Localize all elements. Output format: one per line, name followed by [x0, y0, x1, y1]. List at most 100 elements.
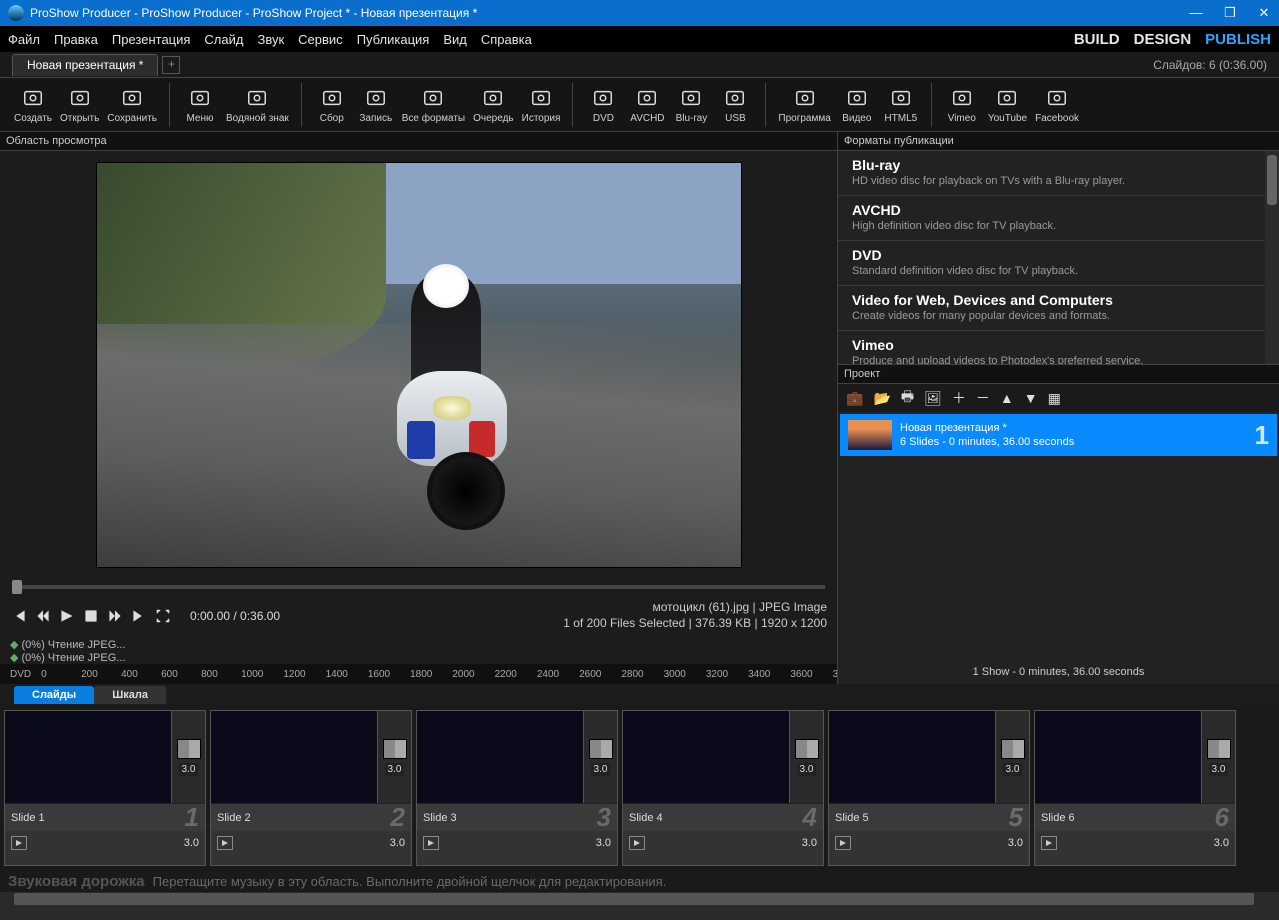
slide-play-icon[interactable]	[835, 836, 851, 850]
rewind-button[interactable]	[34, 607, 52, 625]
preview-area[interactable]	[0, 151, 837, 578]
minimize-button[interactable]: —	[1189, 5, 1203, 21]
format-item[interactable]: DVDStandard definition video disc for TV…	[838, 241, 1279, 286]
toolbar-сохранить[interactable]: Сохранить	[103, 85, 161, 124]
slide-card[interactable]: 3.0Slide 113.0	[4, 710, 206, 866]
timeline-scrubber[interactable]	[0, 578, 837, 596]
toolbar-история[interactable]: История	[518, 85, 565, 124]
format-item[interactable]: Blu-rayHD video disc for playback on TVs…	[838, 151, 1279, 196]
slide-name: Slide 5	[835, 812, 1009, 824]
template-icon[interactable]: 🖼	[924, 390, 942, 407]
slide-play-icon[interactable]	[629, 836, 645, 850]
format-item[interactable]: AVCHDHigh definition video disc for TV p…	[838, 196, 1279, 241]
slide-card[interactable]: 3.0Slide 443.0	[622, 710, 824, 866]
open-folder-icon[interactable]: 📂	[873, 390, 890, 407]
toolbar-открыть[interactable]: Открыть	[56, 85, 103, 124]
fullscreen-button[interactable]	[154, 607, 172, 625]
horizontal-scrollbar[interactable]	[0, 892, 1279, 906]
save-icon[interactable]: 🖶	[901, 386, 914, 410]
slide-play-icon[interactable]	[1041, 836, 1057, 850]
toolbar-icon	[480, 85, 506, 111]
transition-button[interactable]: 3.0	[995, 711, 1029, 803]
stop-button[interactable]	[82, 607, 100, 625]
new-tab-button[interactable]: +	[162, 56, 180, 74]
menu-publish[interactable]: Публикация	[357, 32, 430, 47]
toolbar-меню[interactable]: Меню	[178, 85, 222, 124]
menu-edit[interactable]: Правка	[54, 32, 98, 47]
remove-icon[interactable]: －	[976, 388, 990, 408]
forward-button[interactable]	[106, 607, 124, 625]
slides-strip[interactable]: 3.0Slide 113.03.0Slide 223.03.0Slide 333…	[0, 704, 1279, 870]
menu-slide[interactable]: Слайд	[204, 32, 243, 47]
move-down-icon[interactable]: ▼	[1024, 390, 1038, 406]
toolbar-водяной знак[interactable]: Водяной знак	[222, 85, 293, 124]
show-thumbnail	[848, 420, 892, 450]
toolbar-icon	[528, 85, 554, 111]
tab-scale[interactable]: Шкала	[94, 686, 166, 704]
slide-card[interactable]: 3.0Slide 663.0	[1034, 710, 1236, 866]
toolbar-usb[interactable]: USB	[713, 85, 757, 124]
tab-slides[interactable]: Слайды	[14, 686, 94, 704]
mode-publish[interactable]: PUBLISH	[1205, 31, 1271, 48]
toolbar-видео[interactable]: Видео	[835, 85, 879, 124]
menu-view[interactable]: Вид	[443, 32, 467, 47]
project-title: Проект	[838, 365, 1279, 384]
toolbar-icon	[722, 85, 748, 111]
menu-sound[interactable]: Звук	[257, 32, 284, 47]
toolbar-программа[interactable]: Программа	[774, 85, 834, 124]
mode-build[interactable]: BUILD	[1074, 31, 1120, 48]
toolbar-avchd[interactable]: AVCHD	[625, 85, 669, 124]
first-button[interactable]	[10, 607, 28, 625]
toolbar-facebook[interactable]: Facebook	[1031, 85, 1083, 124]
audio-track[interactable]: Звуковая дорожка Перетащите музыку в эту…	[0, 870, 1279, 892]
move-up-icon[interactable]: ▲	[1000, 390, 1014, 406]
mode-design[interactable]: DESIGN	[1134, 31, 1192, 48]
toolbar-blu-ray[interactable]: Blu-ray	[669, 85, 713, 124]
toolbar-создать[interactable]: Создать	[10, 85, 56, 124]
preview-filename: мотоцикл (61).jpg | JPEG Image	[563, 600, 827, 616]
toolbar-icon	[888, 85, 914, 111]
menu-service[interactable]: Сервис	[298, 32, 343, 47]
toolbar-icon	[792, 85, 818, 111]
transition-button[interactable]: 3.0	[377, 711, 411, 803]
transition-button[interactable]: 3.0	[171, 711, 205, 803]
transition-button[interactable]: 3.0	[789, 711, 823, 803]
slide-count-label: Слайдов: 6 (0:36.00)	[1153, 58, 1267, 72]
toolbar-vimeo[interactable]: Vimeo	[940, 85, 984, 124]
transition-button[interactable]: 3.0	[1201, 711, 1235, 803]
dvd-ruler[interactable]: DVD 020040060080010001200140016001800200…	[0, 664, 837, 684]
preview-title: Область просмотра	[0, 132, 837, 151]
toolbar-dvd[interactable]: DVD	[581, 85, 625, 124]
add-icon[interactable]: ＋	[952, 388, 966, 408]
briefcase-icon[interactable]: 💼	[846, 390, 863, 407]
menu-file[interactable]: Файл	[8, 32, 40, 47]
slide-card[interactable]: 3.0Slide 333.0	[416, 710, 618, 866]
formats-scrollbar[interactable]	[1265, 151, 1279, 364]
toolbar-icon	[319, 85, 345, 111]
play-button[interactable]	[58, 607, 76, 625]
slide-play-icon[interactable]	[11, 836, 27, 850]
menu-presentation[interactable]: Презентация	[112, 32, 191, 47]
toolbar-все форматы[interactable]: Все форматы	[398, 85, 469, 124]
toolbar-запись[interactable]: Запись	[354, 85, 398, 124]
format-item[interactable]: VimeoProduce and upload videos to Photod…	[838, 331, 1279, 365]
formats-title: Форматы публикации	[838, 132, 1279, 151]
toolbar-сбор[interactable]: Сбор	[310, 85, 354, 124]
slide-card[interactable]: 3.0Slide 553.0	[828, 710, 1030, 866]
document-tab-active[interactable]: Новая презентация *	[12, 54, 158, 76]
maximize-button[interactable]: ❐	[1223, 5, 1237, 21]
toolbar-html5[interactable]: HTML5	[879, 85, 923, 124]
close-button[interactable]: ✕	[1257, 5, 1271, 21]
format-item[interactable]: Video for Web, Devices and ComputersCrea…	[838, 286, 1279, 331]
project-show-item[interactable]: Новая презентация * 6 Slides - 0 minutes…	[840, 414, 1277, 456]
transition-button[interactable]: 3.0	[583, 711, 617, 803]
toolbar-очередь[interactable]: Очередь	[469, 85, 518, 124]
last-button[interactable]	[130, 607, 148, 625]
slide-play-icon[interactable]	[423, 836, 439, 850]
toolbar-youtube[interactable]: YouTube	[984, 85, 1031, 124]
grid-icon[interactable]: ▦	[1048, 390, 1061, 407]
slide-play-icon[interactable]	[217, 836, 233, 850]
menu-help[interactable]: Справка	[481, 32, 532, 47]
publish-formats-list: Blu-rayHD video disc for playback on TVs…	[838, 151, 1279, 365]
slide-card[interactable]: 3.0Slide 223.0	[210, 710, 412, 866]
